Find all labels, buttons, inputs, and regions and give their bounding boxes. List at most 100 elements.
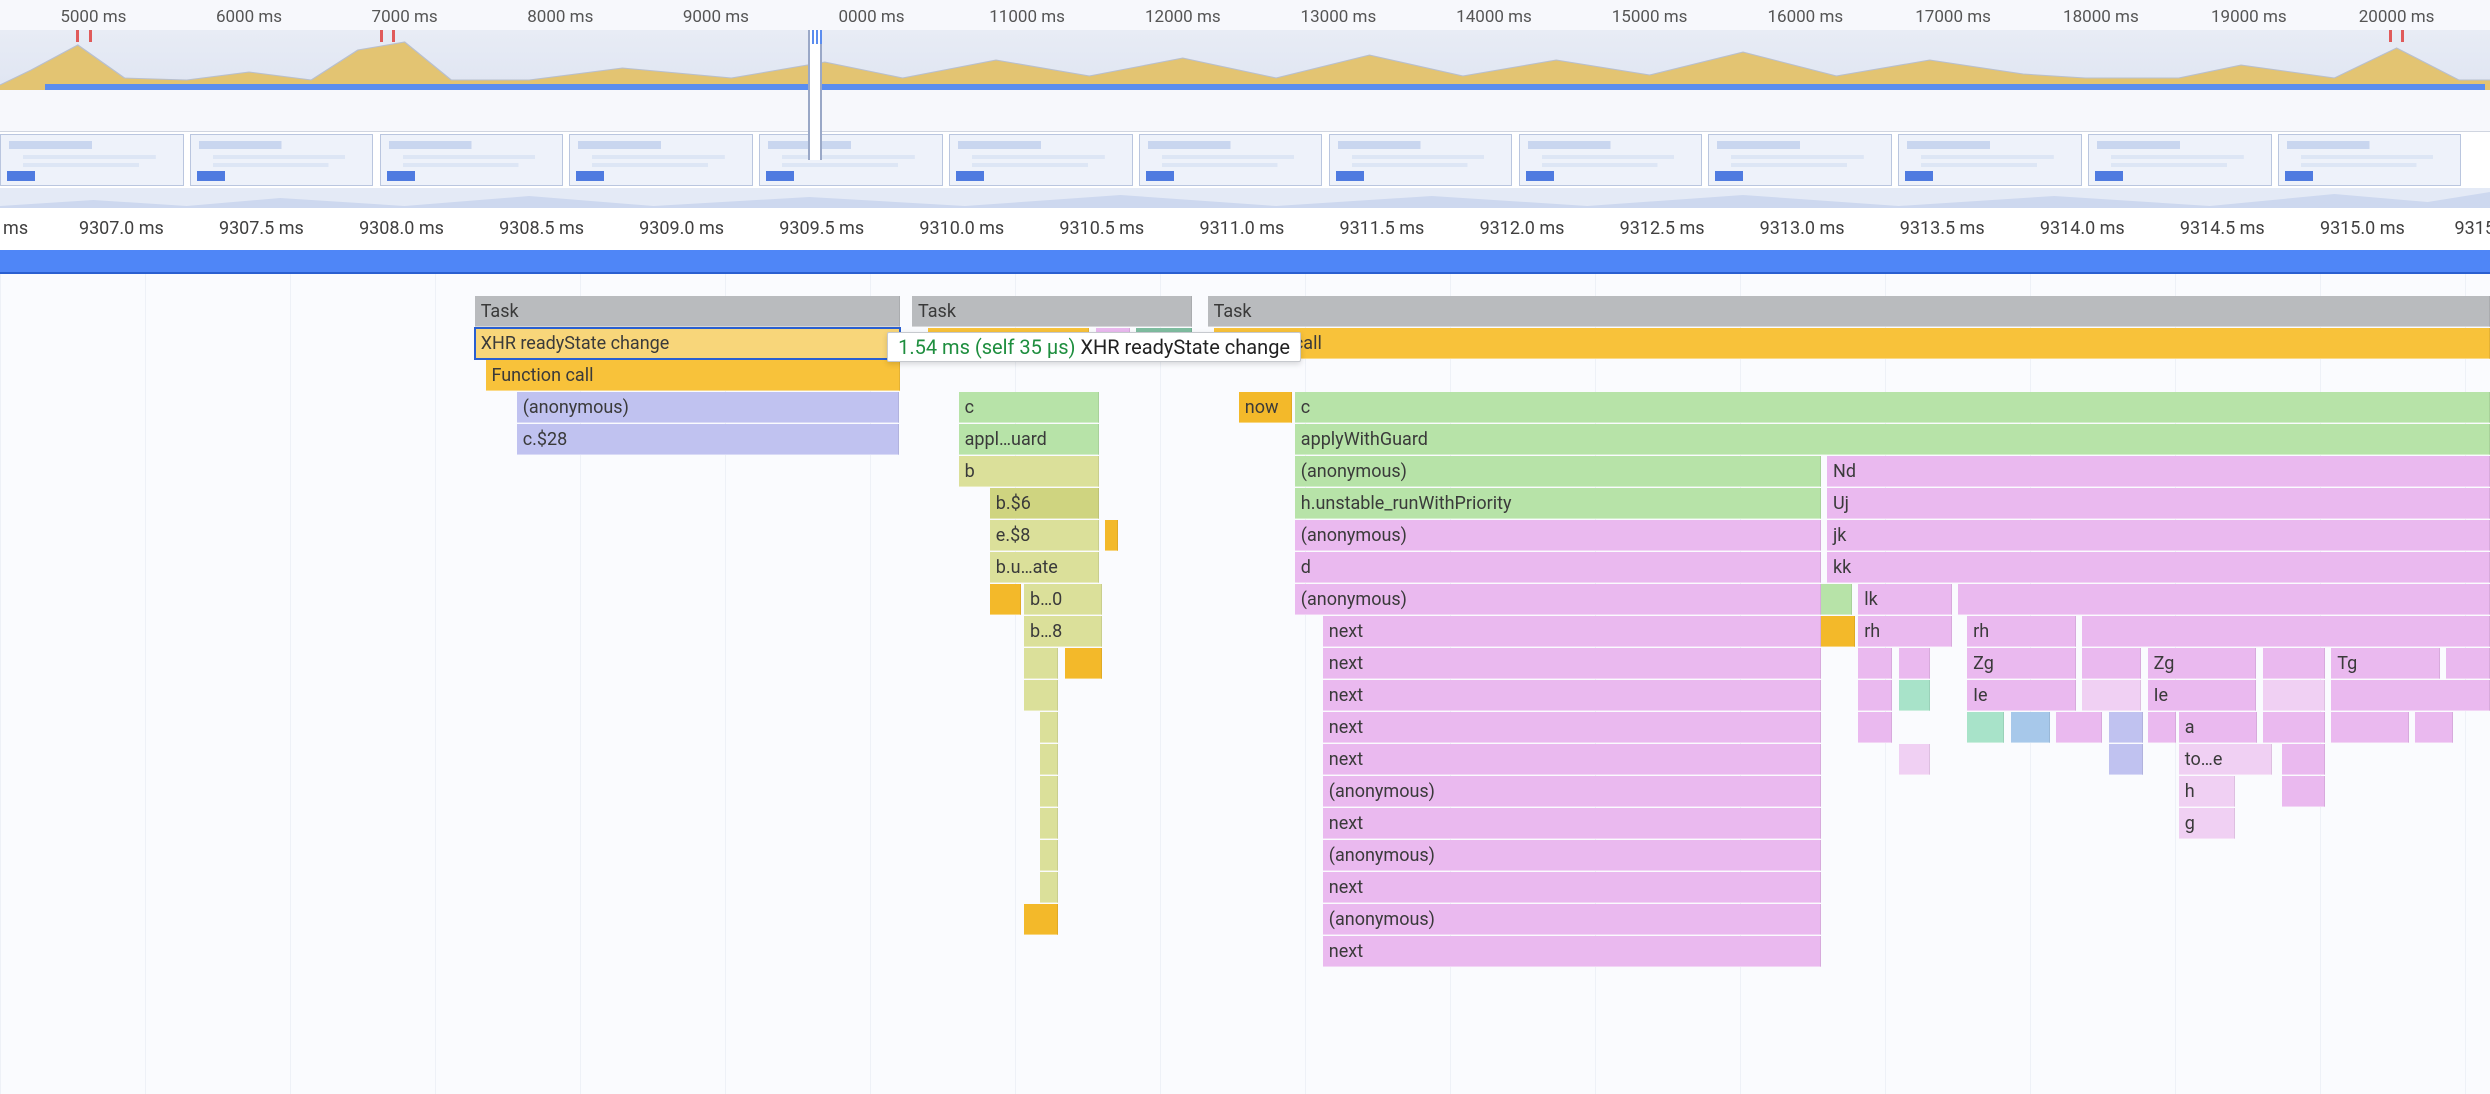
flame-bar[interactable]: (anonymous) [1295,520,1821,551]
flame-bar[interactable] [2082,680,2141,711]
flame-bar[interactable] [1821,584,1852,615]
flame-bar[interactable]: (anonymous) [1295,584,1821,615]
flame-bar[interactable]: Nd [1827,456,2490,487]
flame-bar[interactable]: applyWithGuard [1295,424,2490,455]
flame-bar[interactable] [1899,744,1930,775]
flame-bar[interactable] [1821,616,1855,647]
flame-bar[interactable]: h [2179,776,2235,807]
flame-bar[interactable]: jk [1827,520,2490,551]
flame-bar[interactable] [1105,520,1118,551]
filmstrip-frame[interactable] [380,134,564,186]
filmstrip-frame[interactable] [1139,134,1323,186]
flame-bar[interactable]: to…e [2179,744,2272,775]
flame-bar[interactable] [1024,648,1058,679]
flame-bar[interactable] [1899,680,1930,711]
flame-bar[interactable]: Zg [2148,648,2257,679]
flame-bar[interactable]: Ie [1967,680,2076,711]
flame-bar[interactable] [1040,744,1059,775]
flame-bar[interactable]: b.$6 [990,488,1099,519]
filmstrip-frame[interactable] [1329,134,1513,186]
flame-bar[interactable] [1065,648,1102,679]
flame-bar[interactable] [990,584,1021,615]
overview-viewport-handle[interactable] [808,30,822,160]
flame-bar[interactable] [1040,808,1059,839]
flame-bar[interactable]: Task [475,296,900,327]
flame-bar[interactable] [2331,712,2409,743]
filmstrip-frame[interactable] [949,134,1133,186]
filmstrip-frame[interactable] [569,134,753,186]
flame-bar[interactable] [1858,680,1892,711]
flame-bar[interactable]: (anonymous) [1295,456,1821,487]
flame-bar[interactable]: (anonymous) [1323,776,1821,807]
flame-bar[interactable]: next [1323,648,1821,679]
flame-bar[interactable]: h.unstable_runWithPriority [1295,488,1821,519]
filmstrip[interactable] [0,132,2490,188]
flame-bar[interactable] [2082,648,2141,679]
flame-bar[interactable]: next [1323,616,1821,647]
flame-bar[interactable]: c.$28 [517,424,900,455]
flame-bar[interactable] [2415,712,2452,743]
flame-bar[interactable] [2282,776,2326,807]
flame-bar[interactable] [2056,712,2103,743]
flame-bar[interactable]: Function call [486,360,900,391]
flame-bar[interactable] [1858,712,1892,743]
flame-bar[interactable]: next [1323,712,1821,743]
flame-bar[interactable]: lk [1858,584,1951,615]
flame-bar[interactable]: Task [1208,296,2490,327]
flame-bar[interactable] [2446,648,2490,679]
flame-bar[interactable]: b [959,456,1099,487]
flame-bar[interactable]: Task [912,296,1192,327]
flame-bar[interactable] [2148,712,2176,743]
flame-bar[interactable] [2082,616,2490,647]
flame-bar[interactable]: rh [1858,616,1951,647]
flame-chart[interactable]: TaskXHR readyState changeFunction call(a… [0,274,2490,1094]
filmstrip-frame[interactable] [759,134,943,186]
flame-bar[interactable]: Function call [1214,328,2490,359]
flame-bar[interactable]: next [1323,872,1821,903]
flame-bar[interactable]: (anonymous) [1323,904,1821,935]
flame-bar[interactable]: c [1295,392,2490,423]
flame-bar[interactable]: Tg [2331,648,2440,679]
flame-bar[interactable]: Ie [2148,680,2257,711]
flame-bar[interactable] [1024,904,1058,935]
flame-bar[interactable]: Uj [1827,488,2490,519]
flame-bar[interactable]: b…0 [1024,584,1102,615]
flame-bar[interactable]: next [1323,680,1821,711]
flame-bar[interactable]: next [1323,744,1821,775]
flame-bar[interactable]: next [1323,936,1821,967]
flame-bar[interactable]: Zg [1967,648,2076,679]
flame-bar[interactable] [1024,680,1058,711]
flame-bar[interactable]: d [1295,552,1821,583]
flame-bar[interactable]: e.$8 [990,520,1099,551]
flame-bar[interactable] [2331,680,2490,711]
flame-bar[interactable]: a [2179,712,2257,743]
filmstrip-frame[interactable] [1898,134,2082,186]
flame-bar[interactable] [1958,584,2490,615]
flame-bar[interactable] [2263,648,2325,679]
flame-bar[interactable] [1040,840,1059,871]
flame-bar[interactable] [1858,648,1892,679]
flame-bar[interactable]: rh [1967,616,2076,647]
flame-bar[interactable]: g [2179,808,2235,839]
filmstrip-frame[interactable] [190,134,374,186]
timeline-overview[interactable]: 5000 ms6000 ms7000 ms8000 ms9000 ms0000 … [0,0,2490,132]
filmstrip-frame[interactable] [2088,134,2272,186]
flame-bar[interactable]: kk [1827,552,2490,583]
flame-bar[interactable] [1040,712,1059,743]
overview-cpu-chart[interactable] [0,30,2490,90]
flame-bar[interactable]: next [1323,808,1821,839]
filmstrip-frame[interactable] [1519,134,1703,186]
flame-bar[interactable]: b.u…ate [990,552,1099,583]
flame-bar[interactable] [2109,712,2143,743]
flame-bar[interactable]: c [959,392,1099,423]
flame-bar[interactable] [2263,680,2325,711]
flame-bar[interactable]: now [1239,392,1292,423]
flame-bar[interactable]: appl…uard [959,424,1099,455]
flame-bar[interactable] [2011,712,2050,743]
flame-bar[interactable]: b…8 [1024,616,1102,647]
flame-bar[interactable] [2263,712,2325,743]
flame-bar[interactable] [1040,776,1059,807]
flame-bar[interactable]: (anonymous) [1323,840,1821,871]
flame-bar[interactable] [1899,648,1930,679]
flame-bar[interactable] [2109,744,2143,775]
